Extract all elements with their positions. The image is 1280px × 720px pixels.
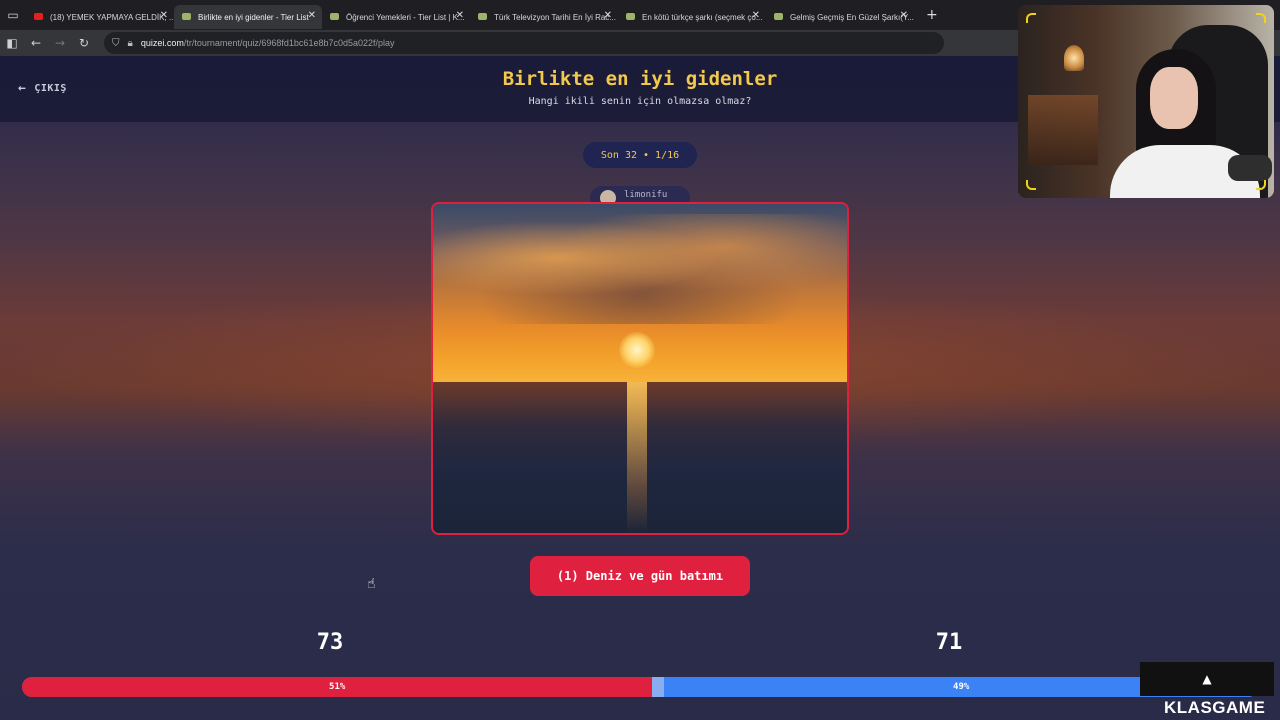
tab-title: Birlikte en iyi gidenler - Tier List [198,12,309,22]
tab-search-icon[interactable]: ▭ [0,0,26,30]
quizei-icon [626,13,635,20]
vote-bar-left: 51% [22,677,653,697]
webcam-lamp [1064,45,1084,71]
sidebar-icon[interactable]: ◧ [0,30,24,56]
quizei-icon [478,13,487,20]
tab-title: Gelmiş Geçmiş En Güzel Şarkı(Y... [790,12,914,22]
sunset-clouds [433,214,847,324]
close-icon[interactable]: ✕ [456,10,464,21]
back-icon[interactable]: ← [24,30,48,56]
close-icon[interactable]: ✕ [900,10,908,21]
round-badge: Son 32 • 1/16 [583,142,697,168]
close-icon[interactable]: ✕ [604,10,612,21]
browser-tab-2[interactable]: Öğrenci Yemekleri - Tier List | K... ✕ [322,5,470,29]
sun-reflection [627,381,647,533]
close-icon[interactable]: ✕ [160,10,168,21]
url-path: /tr/tournament/quiz/6968fd1bc61e8b7c0d5a… [183,38,395,48]
score-right: 71 [935,630,963,655]
quizei-icon [330,13,339,20]
quizei-icon [182,13,191,20]
browser-tab-3[interactable]: Türk Televizyon Tarihi En İyi Rac... ✕ [470,5,618,29]
hand-cursor-icon: ☝ [367,576,376,592]
webcam-shelf [1028,95,1098,165]
new-tab-icon[interactable]: + [926,7,938,23]
quizei-icon [774,13,783,20]
close-icon[interactable]: ✕ [752,10,760,21]
frame-corner [1256,13,1266,23]
tab-title: En kötü türkçe şarkı (seçmek ço... [642,12,763,22]
microphone-icon [1228,155,1272,181]
webcam-overlay [1018,5,1274,198]
webcam-person-face [1150,67,1198,129]
browser-tab-4[interactable]: En kötü türkçe şarkı (seçmek ço... ✕ [618,5,766,29]
forward-icon[interactable]: → [48,30,72,56]
tab-title: Türk Televizyon Tarihi En İyi Rac... [494,12,616,22]
score-left: 73 [316,630,344,655]
frame-corner [1026,13,1036,23]
brand-watermark: KLASGAME [1164,698,1266,717]
vote-bar: 51% 49% [22,677,1258,697]
browser-tab-1[interactable]: Birlikte en iyi gidenler - Tier List ✕ [174,5,322,29]
shield-icon[interactable]: ⛉ [112,38,120,49]
reload-icon[interactable]: ↻ [72,30,96,56]
browser-tab-5[interactable]: Gelmiş Geçmiş En Güzel Şarkı(Y... ✕ [766,5,914,29]
choice-button[interactable]: (1) Deniz ve gün batımı [530,556,750,596]
youtube-icon [34,13,43,20]
close-icon[interactable]: ✕ [308,10,316,21]
lock-icon[interactable]: 🔒︎ [128,38,133,49]
choice-image-card[interactable] [431,202,849,535]
browser-tab-0[interactable]: (18) YEMEK YAPMAYA GELDİK, ... ✕ [26,5,174,29]
sun [619,332,655,368]
author-name: limonifu [624,190,668,200]
tab-title: Öğrenci Yemekleri - Tier List | K... [346,12,465,22]
address-bar[interactable]: ⛉ 🔒︎ quizei.com /tr/tournament/quiz/6968… [104,32,944,54]
url-host: quizei.com [140,38,184,48]
sponsor-logo-icon: ▲ [1140,662,1274,696]
vote-bar-divider [652,677,665,697]
frame-corner [1026,180,1036,190]
tab-title: (18) YEMEK YAPMAYA GELDİK, ... [50,12,174,22]
